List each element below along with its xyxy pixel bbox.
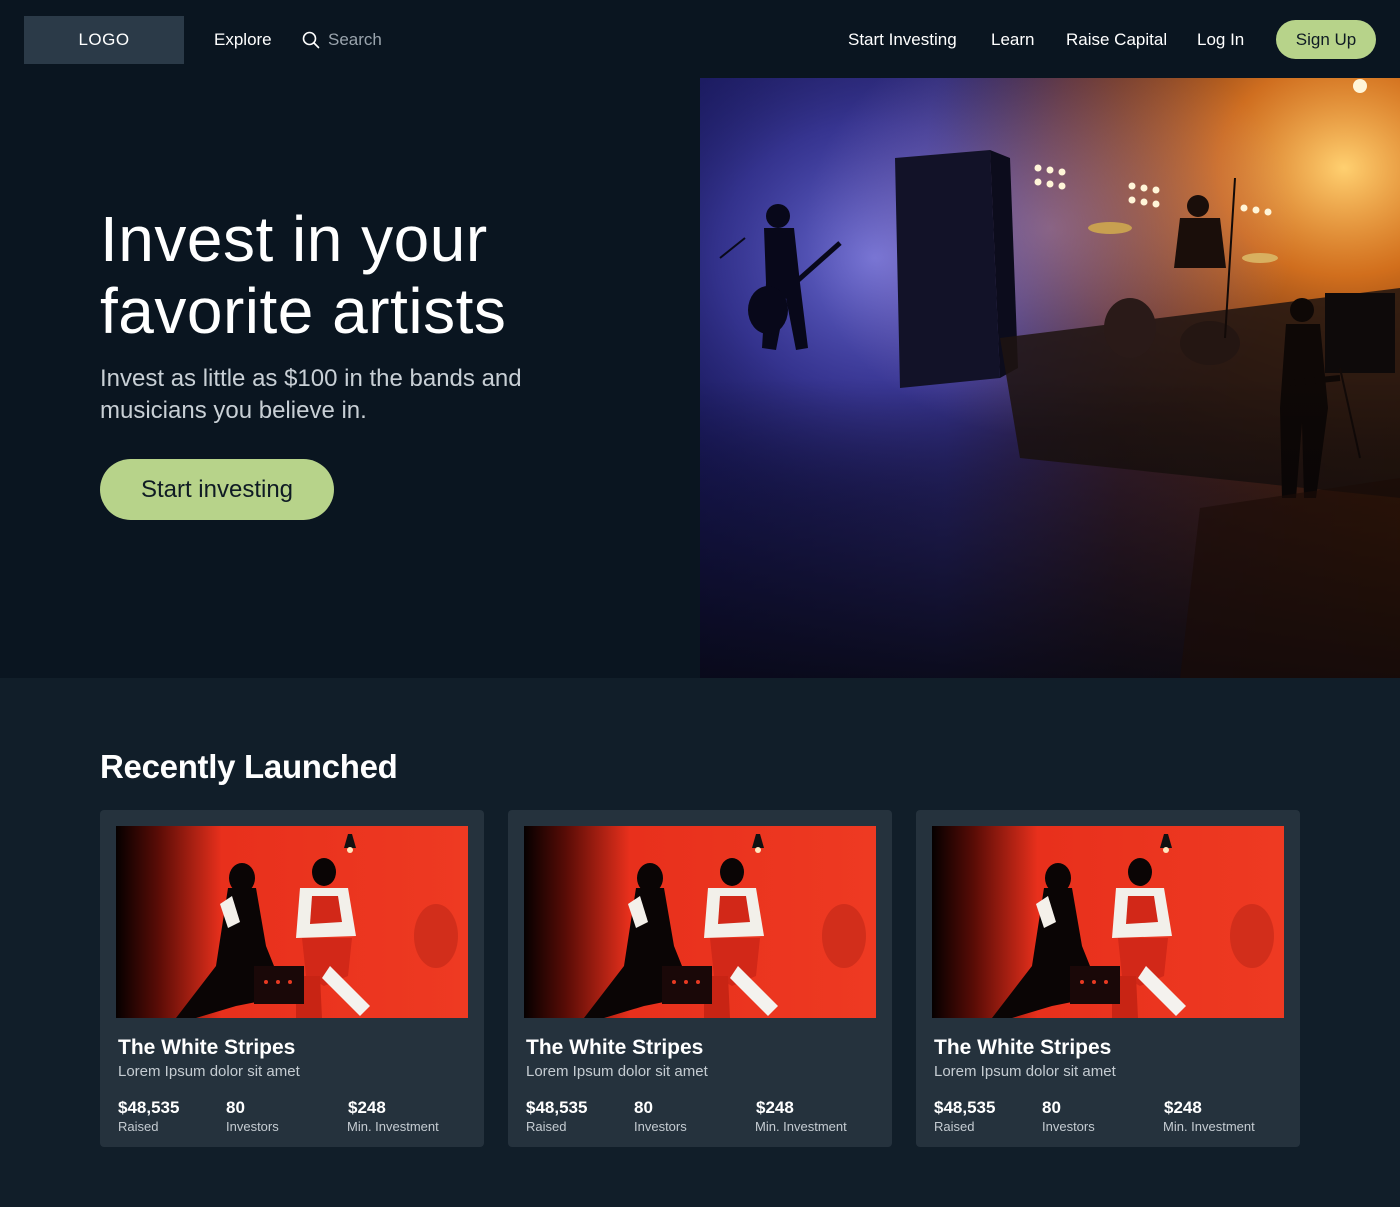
raised-label: Raised [526, 1119, 567, 1134]
artist-description: Lorem Ipsum dolor sit amet [526, 1063, 708, 1080]
artist-name: The White Stripes [118, 1036, 296, 1059]
investors-label: Investors [634, 1119, 687, 1134]
search-input[interactable] [328, 30, 488, 50]
hero-title-line-2: favorite artists [100, 275, 507, 347]
artist-description: Lorem Ipsum dolor sit amet [934, 1063, 1116, 1080]
nav-log-in-link[interactable]: Log In [1197, 30, 1244, 50]
artist-card[interactable]: The White Stripes Lorem Ipsum dolor sit … [916, 810, 1300, 1147]
nav-explore-link[interactable]: Explore [214, 30, 272, 50]
nav-raise-capital-link[interactable]: Raise Capital [1066, 30, 1167, 50]
artist-card-image [116, 826, 468, 1018]
nav-learn-link[interactable]: Learn [991, 30, 1034, 50]
raised-value: $48,535 [526, 1098, 588, 1117]
investors-value: 80 [634, 1098, 653, 1117]
investors-label: Investors [226, 1119, 279, 1134]
hero-title: Invest in your favorite artists [100, 203, 506, 347]
hero-concert-image [700, 78, 1400, 678]
artist-card-image [524, 826, 876, 1018]
search-bar[interactable] [302, 30, 488, 50]
artist-name: The White Stripes [934, 1036, 1112, 1059]
min-investment-label: Min. Investment [1163, 1119, 1255, 1134]
artist-card[interactable]: The White Stripes Lorem Ipsum dolor sit … [508, 810, 892, 1147]
start-investing-button[interactable]: Start investing [100, 459, 334, 520]
hero-section: Invest in your favorite artists Invest a… [0, 78, 1400, 678]
artist-card-image [932, 826, 1284, 1018]
raised-value: $48,535 [934, 1098, 996, 1117]
raised-label: Raised [934, 1119, 975, 1134]
top-navigation: LOGO Explore Start Investing Learn Raise… [0, 0, 1400, 78]
recently-launched-section: Recently Launched The White Stripes Lore… [0, 678, 1400, 1207]
nav-start-investing-link[interactable]: Start Investing [848, 30, 957, 50]
hero-subtitle: Invest as little as $100 in the bands an… [100, 365, 522, 424]
artist-description: Lorem Ipsum dolor sit amet [118, 1063, 300, 1080]
min-investment-value: $248 [348, 1098, 386, 1117]
raised-label: Raised [118, 1119, 159, 1134]
min-investment-label: Min. Investment [347, 1119, 439, 1134]
min-investment-value: $248 [756, 1098, 794, 1117]
min-investment-label: Min. Investment [755, 1119, 847, 1134]
raised-value: $48,535 [118, 1098, 180, 1117]
artist-name: The White Stripes [526, 1036, 704, 1059]
logo[interactable]: LOGO [24, 16, 184, 64]
search-icon [302, 31, 320, 49]
investors-label: Investors [1042, 1119, 1095, 1134]
artist-card[interactable]: The White Stripes Lorem Ipsum dolor sit … [100, 810, 484, 1147]
investors-value: 80 [1042, 1098, 1061, 1117]
recently-launched-title: Recently Launched [100, 748, 398, 785]
sign-up-button[interactable]: Sign Up [1276, 20, 1376, 59]
investors-value: 80 [226, 1098, 245, 1117]
min-investment-value: $248 [1164, 1098, 1202, 1117]
hero-title-line-1: Invest in your [100, 203, 488, 275]
